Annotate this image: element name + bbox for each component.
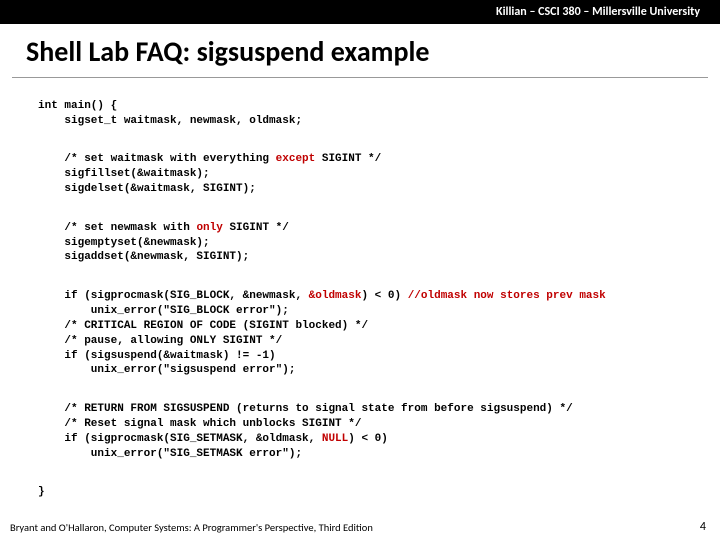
code-line: sigaddset(&newmask, SIGINT);	[38, 251, 249, 263]
code-line: sigset_t waitmask, newmask, oldmask;	[38, 115, 302, 127]
code-line: /* Reset signal mask which unblocks SIGI…	[38, 418, 361, 430]
code-section-2: /* set waitmask with everything except S…	[38, 152, 720, 197]
code-line: ) < 0)	[348, 433, 388, 445]
code-line: unix_error("SIG_SETMASK error");	[38, 448, 302, 460]
code-line: /* pause, allowing ONLY SIGINT */	[38, 335, 282, 347]
keyword-null: NULL	[322, 433, 348, 445]
title-divider	[12, 77, 708, 78]
code-block: int main() { sigset_t waitmask, newmask,…	[0, 84, 720, 500]
slide-title: Shell Lab FAQ: sigsuspend example	[0, 24, 720, 77]
code-line: sigfillset(&waitmask);	[38, 168, 210, 180]
keyword-only: only	[196, 222, 222, 234]
code-line: SIGINT */	[223, 222, 289, 234]
code-line: if (sigprocmask(SIG_SETMASK, &oldmask,	[38, 433, 322, 445]
code-line: SIGINT */	[315, 153, 381, 165]
keyword-oldmask: &oldmask	[309, 290, 362, 302]
code-line: int main() {	[38, 100, 117, 112]
code-section-1: int main() { sigset_t waitmask, newmask,…	[38, 99, 720, 129]
page-number: 4	[700, 520, 706, 534]
code-line: sigdelset(&waitmask, SIGINT);	[38, 183, 256, 195]
code-line: ) < 0)	[361, 290, 407, 302]
header-bar: Killian – CSCI 380 – Millersville Univer…	[0, 0, 720, 24]
course-label: Killian – CSCI 380 – Millersville Univer…	[496, 5, 700, 19]
code-line: }	[38, 486, 45, 498]
code-line: if (sigsuspend(&waitmask) != -1)	[38, 350, 276, 362]
code-line: sigemptyset(&newmask);	[38, 237, 210, 249]
code-line: if (sigprocmask(SIG_BLOCK, &newmask,	[38, 290, 309, 302]
keyword-except: except	[276, 153, 316, 165]
code-line: /* set waitmask with everything	[38, 153, 276, 165]
code-section-5: /* RETURN FROM SIGSUSPEND (returns to si…	[38, 402, 720, 461]
comment-oldmask: //oldmask now stores prev mask	[408, 290, 606, 302]
code-line: unix_error("sigsuspend error");	[38, 364, 295, 376]
code-section-3: /* set newmask with only SIGINT */ sigem…	[38, 221, 720, 266]
code-line: unix_error("SIG_BLOCK error");	[38, 305, 289, 317]
code-line: /* RETURN FROM SIGSUSPEND (returns to si…	[38, 403, 573, 415]
code-line: /* CRITICAL REGION OF CODE (SIGINT block…	[38, 320, 368, 332]
code-line: /* set newmask with	[38, 222, 196, 234]
footer-citation: Bryant and O'Hallaron, Computer Systems:…	[10, 521, 373, 534]
code-section-4: if (sigprocmask(SIG_BLOCK, &newmask, &ol…	[38, 289, 720, 378]
